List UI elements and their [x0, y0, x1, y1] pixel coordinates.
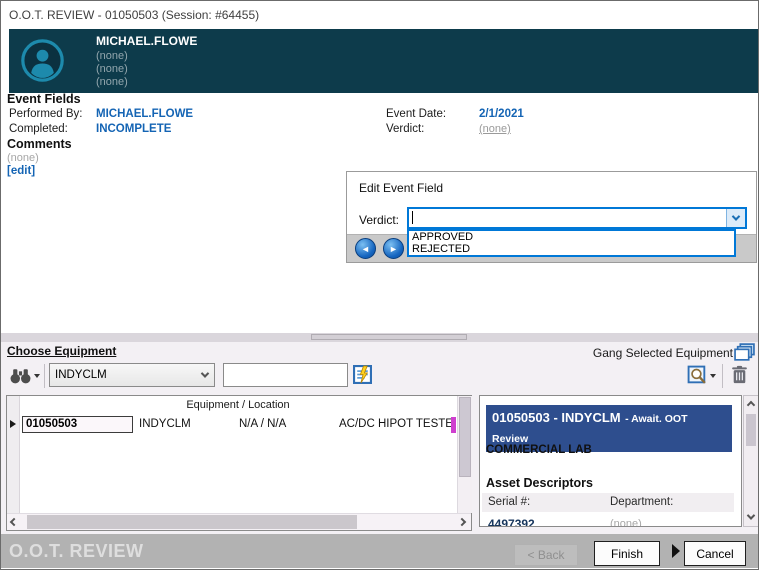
user-header-band: MICHAEL.FLOWE (none) (none) (none) [9, 29, 758, 93]
event-fields-heading: Event Fields [7, 92, 81, 106]
back-button: < Back [514, 544, 578, 566]
verdict-combobox[interactable] [407, 207, 747, 229]
completed-label: Completed: [9, 123, 68, 135]
view-document-icon[interactable] [687, 365, 708, 391]
arrow-left-icon: ◄ [361, 244, 370, 254]
oot-review-window: O.O.T. REVIEW - 01050503 (Session: #6445… [0, 0, 759, 570]
next-record-button[interactable]: ► [383, 238, 404, 259]
table-horizontal-scrollbar[interactable] [7, 513, 471, 530]
view-options-caret-icon[interactable] [710, 374, 716, 378]
performed-by-value: MICHAEL.FLOWE [96, 108, 193, 120]
dialog-verdict-label: Verdict: [359, 213, 399, 227]
equipment-filter-value: INDYCLM [55, 369, 107, 381]
comments-edit-link[interactable]: [edit] [7, 165, 35, 177]
serial-number-label: Serial #: [488, 496, 530, 508]
serial-number-value: 4497392 [488, 517, 535, 527]
comments-value: (none) [7, 152, 39, 164]
chevron-down-icon [201, 369, 209, 377]
finish-menu-arrow-icon[interactable] [672, 544, 680, 558]
choose-equipment-section: Choose Equipment Gang Selected Equipment… [1, 342, 759, 534]
table-vertical-scrollbar[interactable] [457, 396, 472, 513]
table-cell-group[interactable]: INDYCLM [139, 418, 191, 430]
detail-lab-name: COMMERCIAL LAB [486, 444, 592, 456]
department-value: (none) [610, 518, 642, 527]
splitter-handle[interactable] [311, 334, 467, 340]
current-row-marker-icon [10, 420, 16, 428]
choose-equipment-heading: Choose Equipment [7, 344, 116, 358]
table-column-header: Equipment / Location [20, 396, 456, 414]
dialog-title: Edit Event Field [359, 181, 443, 195]
toolbar-divider [722, 364, 723, 388]
row-header-column [7, 396, 20, 513]
user-detail-line: (none) [96, 50, 128, 62]
asset-descriptors-heading: Asset Descriptors [486, 476, 593, 490]
arrow-right-icon: ► [389, 244, 398, 254]
dropdown-option-rejected[interactable]: REJECTED [409, 243, 734, 255]
scrollbar-thumb[interactable] [746, 414, 756, 446]
equipment-search-input[interactable] [223, 363, 348, 387]
gang-selected-equipment-label: Gang Selected Equipment [593, 346, 733, 360]
chevron-down-icon [732, 212, 740, 220]
table-cell-location[interactable]: N/A / N/A [239, 418, 286, 430]
detail-title: 01050503 - INDYCLM [492, 410, 621, 425]
table-cell-description[interactable]: AC/DC HIPOT TESTE [339, 418, 453, 430]
performed-by-label: Performed By: [9, 108, 83, 120]
toolbar-divider [44, 364, 45, 388]
user-detail-line: (none) [96, 63, 128, 75]
scroll-down-icon[interactable] [747, 511, 755, 519]
footer-title: O.O.T. REVIEW [9, 541, 144, 562]
verdict-dropdown-list: APPROVED REJECTED [407, 229, 736, 257]
scrollbar-thumb[interactable] [27, 515, 357, 529]
text-cursor [412, 211, 413, 224]
verdict-value-link[interactable]: (none) [479, 123, 511, 135]
horizontal-splitter[interactable] [1, 333, 759, 342]
panel-vertical-scrollbar[interactable] [743, 395, 759, 527]
titlebar: O.O.T. REVIEW - 01050503 (Session: #6445… [1, 1, 758, 29]
table-cell-equipment-id[interactable]: 01050503 [22, 416, 133, 433]
delete-icon[interactable] [731, 365, 748, 389]
scroll-left-icon[interactable] [10, 518, 18, 526]
user-detail-line: (none) [96, 76, 128, 88]
scroll-right-icon[interactable] [458, 518, 466, 526]
user-name: MICHAEL.FLOWE [96, 34, 197, 48]
user-avatar-icon [21, 39, 64, 82]
edit-event-field-dialog: Edit Event Field Verdict: ◄ ► ✔ ✖ APPROV… [346, 171, 757, 263]
verdict-label: Verdict: [386, 123, 424, 135]
event-date-label: Event Date: [386, 108, 446, 120]
department-label: Department: [610, 496, 673, 508]
cancel-button[interactable]: Cancel [684, 541, 746, 566]
finish-button[interactable]: Finish [594, 541, 660, 566]
event-date-value: 2/1/2021 [479, 108, 524, 120]
previous-record-button[interactable]: ◄ [355, 238, 376, 259]
quick-search-icon[interactable] [353, 365, 372, 389]
wizard-footer-bar: O.O.T. REVIEW < Back Finish Cancel [1, 534, 759, 568]
window-title: O.O.T. REVIEW - 01050503 (Session: #6445… [9, 8, 259, 22]
equipment-table: Equipment / Location 01050503 INDYCLM N/… [6, 395, 472, 531]
search-options-caret-icon[interactable] [34, 374, 40, 378]
scrollbar-thumb[interactable] [459, 397, 471, 477]
dropdown-option-approved[interactable]: APPROVED [409, 231, 734, 243]
scroll-up-icon[interactable] [747, 401, 755, 409]
gang-equipment-icon[interactable] [734, 343, 755, 367]
comments-heading: Comments [7, 137, 72, 151]
completed-value: INCOMPLETE [96, 123, 171, 135]
equipment-detail-panel: 01050503 - INDYCLM - Await. OOT Review C… [479, 395, 742, 527]
table-cell-highlight-sliver [451, 417, 456, 433]
equipment-filter-combobox[interactable]: INDYCLM [49, 363, 215, 387]
search-binoculars-icon[interactable] [9, 367, 32, 389]
combobox-dropdown-button[interactable] [726, 209, 745, 227]
